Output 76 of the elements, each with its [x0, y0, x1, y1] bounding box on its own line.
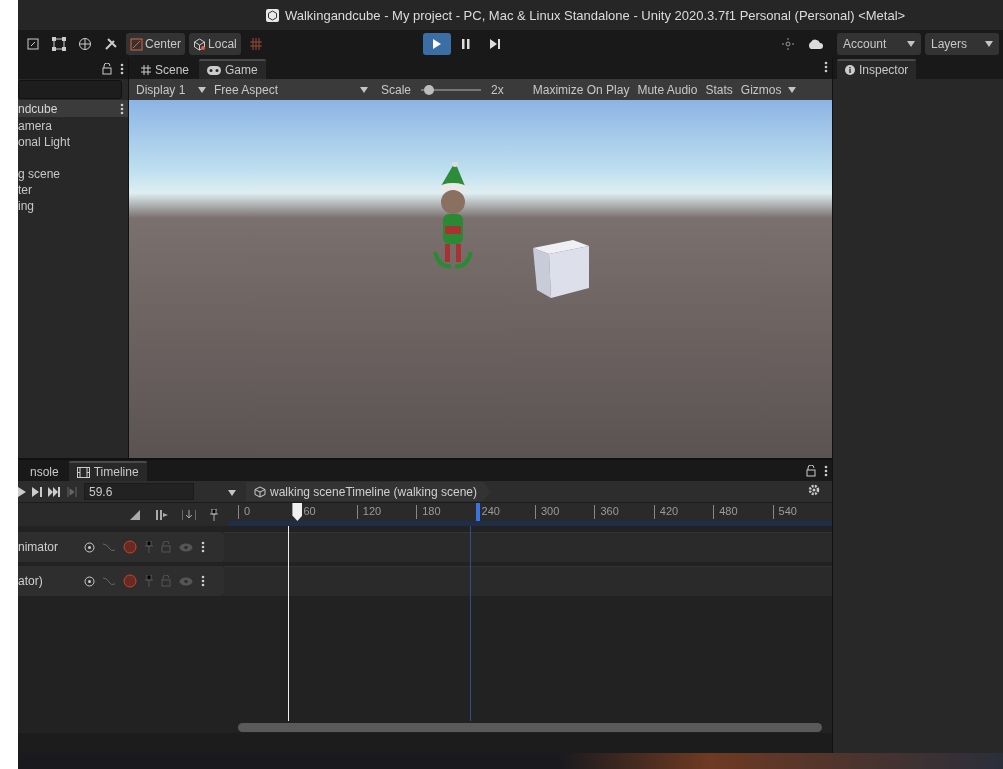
ripple-icon[interactable]	[156, 509, 168, 520]
ruler-label: 480	[713, 505, 738, 519]
gamepad-icon	[207, 65, 222, 75]
next-frame-icon[interactable]	[32, 486, 42, 497]
track-name: nimator	[18, 540, 59, 554]
caret-icon	[228, 489, 236, 496]
ruler-label: 120	[356, 505, 382, 519]
cube-icon	[193, 37, 207, 51]
ruler-label: 0	[238, 505, 251, 519]
hierarchy-item[interactable]: ing	[18, 197, 128, 213]
track-name: ator)	[18, 574, 44, 588]
more-icon[interactable]	[201, 541, 205, 553]
scale-label: Scale	[381, 82, 412, 97]
hierarchy-item[interactable]: onal Light	[18, 133, 128, 149]
tab[interactable]: Game	[199, 59, 266, 79]
dropdown[interactable]: Layers	[925, 33, 999, 55]
scale-reading: 2x	[491, 82, 504, 97]
more-icon[interactable]	[824, 61, 828, 73]
aspect-dropdown[interactable]: Free Aspect	[211, 80, 371, 99]
pivot-button[interactable]: Local	[189, 33, 241, 55]
pin-icon[interactable]	[210, 508, 218, 521]
caret-icon	[985, 41, 993, 47]
target-icon[interactable]	[84, 575, 95, 587]
pivot-button[interactable]: Center	[126, 33, 186, 55]
hierarchy-item[interactable]: ter	[18, 181, 128, 197]
hash-icon	[141, 65, 151, 75]
display-dropdown[interactable]: Display 1	[133, 80, 209, 99]
target-icon[interactable]	[84, 541, 95, 553]
ruler-label: 420	[653, 505, 679, 519]
play-icon[interactable]	[18, 486, 26, 497]
toggle-button[interactable]: Mute Audio	[634, 80, 701, 99]
settings-icon[interactable]	[808, 484, 820, 496]
lock-icon[interactable]	[102, 62, 112, 75]
caret-icon	[360, 86, 368, 93]
caret-icon	[907, 41, 915, 47]
ruler-label: 540	[772, 505, 797, 519]
scrollbar-thumb[interactable]	[238, 722, 822, 732]
loop-icon[interactable]	[66, 486, 78, 497]
hierarchy-item[interactable]: amera	[18, 117, 128, 133]
pivot-center-icon	[130, 37, 143, 51]
inspector-tab[interactable]: Inspector	[837, 59, 917, 79]
info-icon	[845, 65, 855, 75]
track-header[interactable]: ator)	[18, 566, 224, 596]
film-icon	[76, 466, 90, 478]
more-icon[interactable]	[120, 102, 124, 115]
tab[interactable]: nsole	[22, 461, 67, 481]
ruler-label: 180	[416, 505, 441, 519]
timeline-breadcrumb[interactable]: walking sceneTimeline (walking scene)	[246, 482, 491, 501]
slider-thumb[interactable]	[423, 84, 434, 95]
toggle-button[interactable]: Stats	[702, 80, 736, 99]
caret-icon	[787, 86, 796, 93]
tab[interactable]: Timeline	[68, 461, 147, 481]
more-icon[interactable]	[824, 464, 828, 477]
ruler-label: 300	[535, 505, 560, 519]
gizmos-dropdown[interactable]: Gizmos	[737, 80, 799, 99]
ruler-label: 360	[594, 505, 619, 519]
insert-icon[interactable]	[182, 509, 196, 520]
more-icon[interactable]	[201, 575, 205, 587]
skip-end-icon[interactable]	[48, 486, 60, 497]
toggle-button[interactable]: Maximize On Play	[529, 80, 633, 99]
cube-icon	[254, 485, 266, 498]
play-button[interactable]	[422, 33, 451, 55]
lock-icon[interactable]	[806, 464, 816, 477]
window-title: Walkingandcube - My project - PC, Mac & Linux Standalone - Unity 2020.3.7f1 Personal (Personal) <Metal>	[284, 7, 906, 23]
scene-name: ndcube	[18, 101, 58, 116]
more-icon[interactable]	[120, 62, 124, 75]
caret-icon	[198, 86, 206, 93]
frame-field[interactable]: 59.6	[84, 483, 194, 500]
track-header[interactable]: nimator	[18, 532, 224, 562]
ease-icon[interactable]	[130, 509, 142, 520]
search-field[interactable]	[18, 80, 122, 99]
tab[interactable]: Scene	[133, 59, 198, 79]
scene-header-row[interactable]: ndcube	[18, 100, 128, 117]
dropdown[interactable]: Account	[837, 33, 921, 55]
playhead-handle[interactable]	[292, 503, 303, 521]
hierarchy-item[interactable]: g scene	[18, 149, 128, 181]
